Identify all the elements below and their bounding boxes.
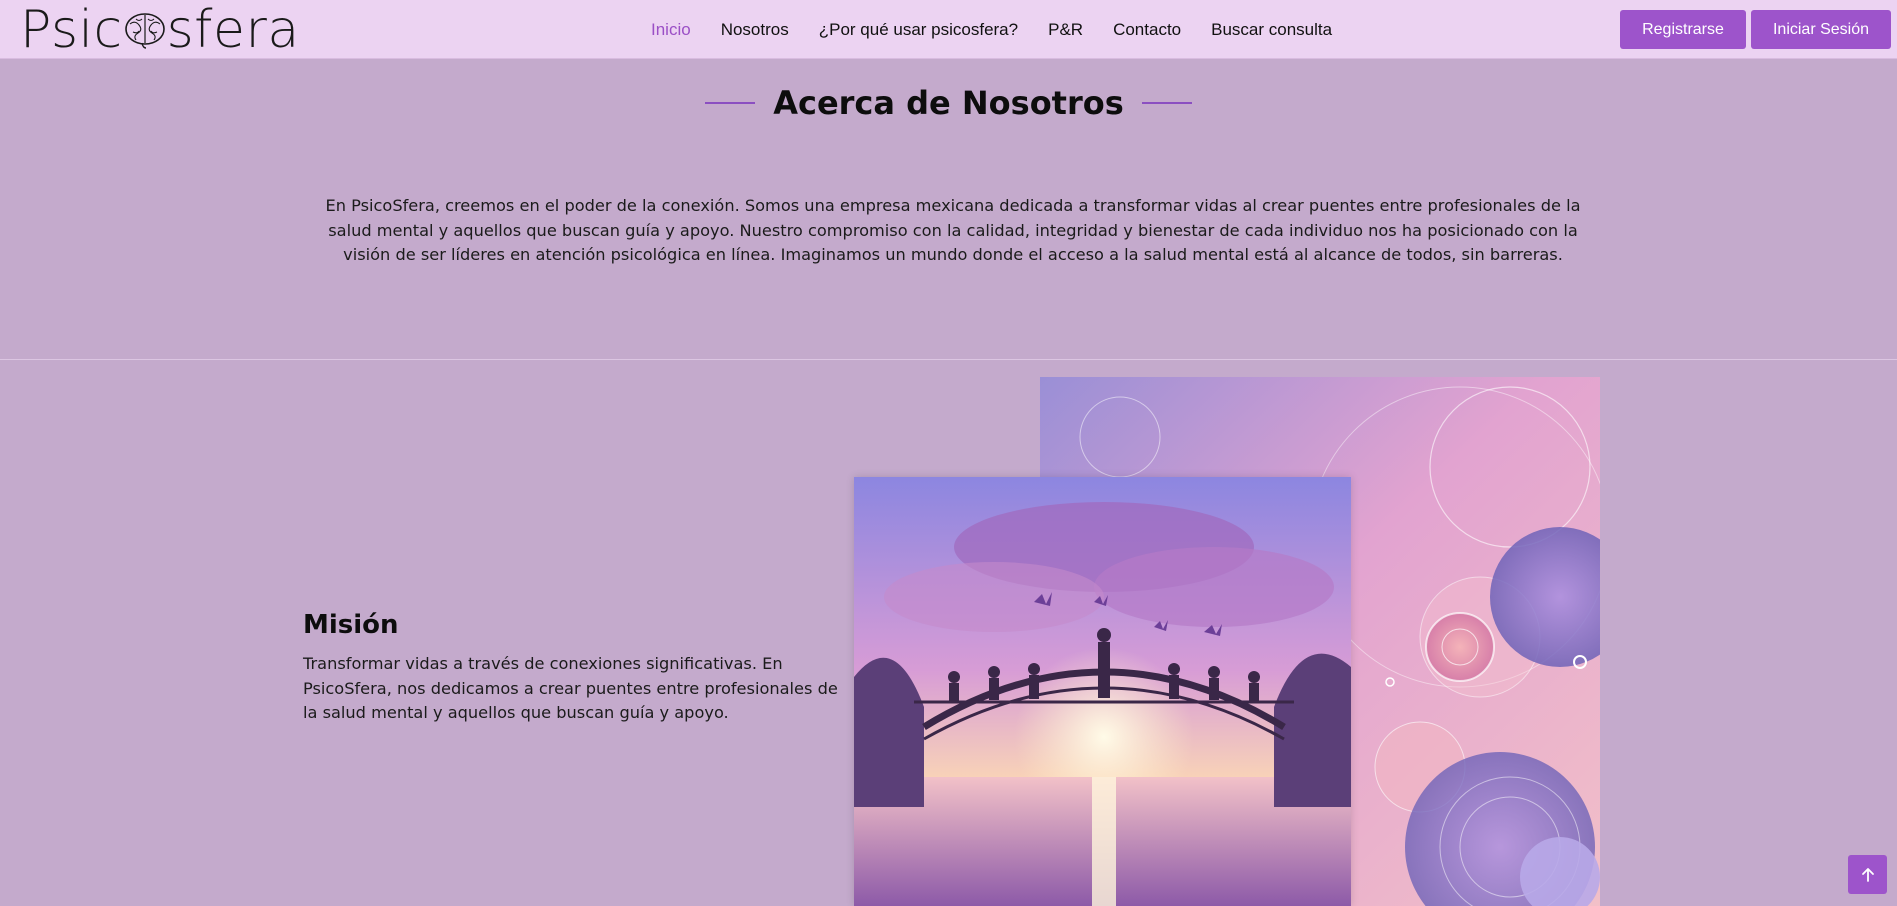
navbar: Psic sfera Inicio Nosotros ¿Por qué usar…: [0, 0, 1897, 60]
section-divider: [0, 359, 1897, 360]
scroll-to-top-button[interactable]: [1848, 855, 1887, 894]
about-text: En PsicoSfera, creemos en el poder de la…: [325, 196, 1581, 264]
nav-link-buscar-consulta[interactable]: Buscar consulta: [1196, 20, 1347, 40]
login-button[interactable]: Iniciar Sesión: [1751, 10, 1891, 49]
heading-line-right: [1141, 102, 1192, 104]
heading-line-left: [705, 102, 756, 104]
mission-title: Misión: [303, 610, 399, 640]
nav-link-inicio[interactable]: Inicio: [636, 20, 706, 40]
logo-text-end: sfera: [166, 0, 300, 60]
arrow-up-icon: [1861, 867, 1874, 882]
nav-link-contacto[interactable]: Contacto: [1098, 20, 1196, 40]
mission-text: Transformar vidas a través de conexiones…: [303, 654, 838, 722]
bridge-scene-image: [854, 477, 1351, 906]
brain-icon: [124, 12, 165, 49]
nav-link-pyr[interactable]: P&R: [1033, 20, 1098, 40]
about-title: Acerca de Nosotros: [773, 84, 1124, 122]
register-button[interactable]: Registrarse: [1620, 10, 1746, 49]
nav-link-nosotros[interactable]: Nosotros: [706, 20, 804, 40]
nav-link-por-que[interactable]: ¿Por qué usar psicosfera?: [804, 20, 1033, 40]
logo-text-start: Psic: [20, 0, 123, 60]
main-nav: Inicio Nosotros ¿Por qué usar psicosfera…: [636, 0, 1347, 59]
about-heading: Acerca de Nosotros: [0, 84, 1897, 122]
logo[interactable]: Psic sfera: [20, 0, 300, 60]
